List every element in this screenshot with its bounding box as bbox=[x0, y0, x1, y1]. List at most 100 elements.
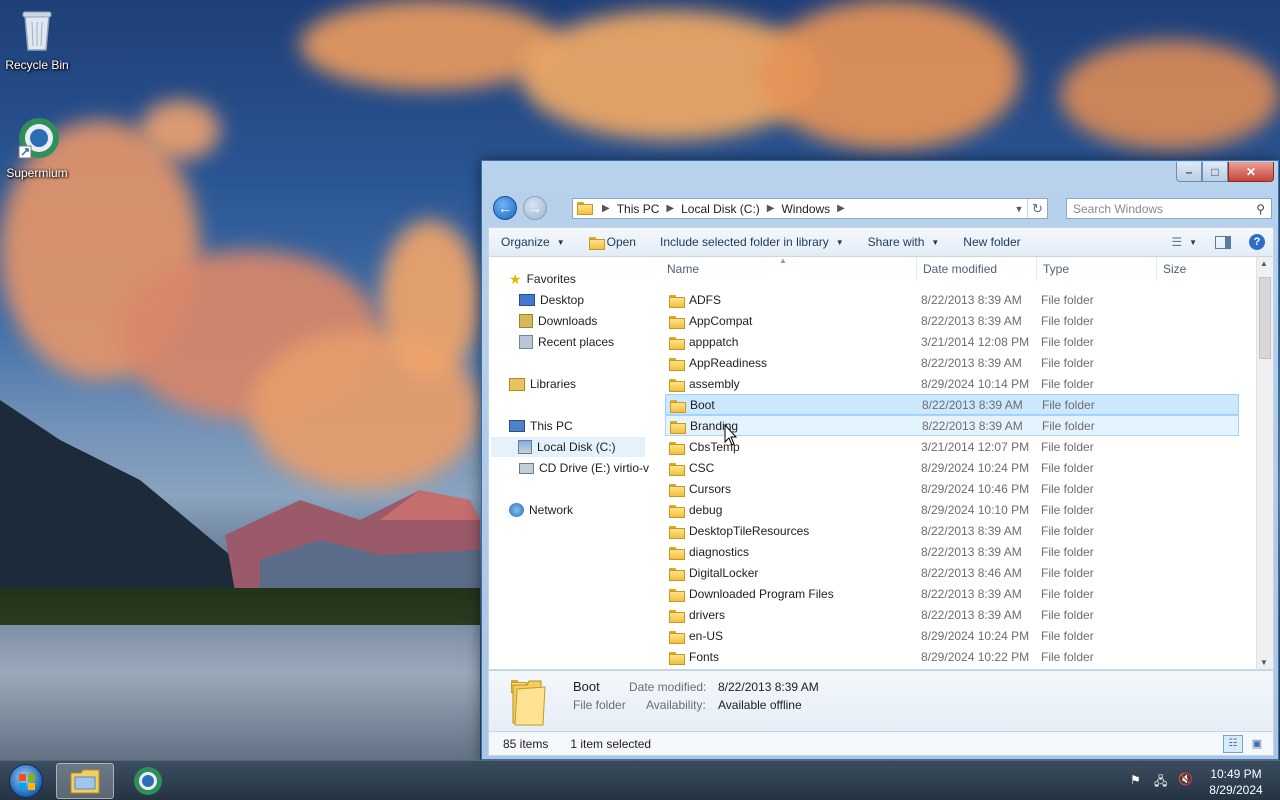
breadcrumb-this-pc[interactable]: This PC bbox=[617, 202, 660, 216]
scroll-down-icon[interactable]: ▼ bbox=[1260, 658, 1268, 667]
file-type: File folder bbox=[1041, 523, 1094, 538]
list-item[interactable]: en-US 8/29/2024 10:24 PM File folder bbox=[665, 625, 1239, 646]
column-header-name[interactable]: Name bbox=[661, 257, 917, 281]
file-type: File folder bbox=[1042, 418, 1095, 433]
taskbar-supermium[interactable] bbox=[122, 763, 174, 799]
volume-muted-icon[interactable]: 🔇 bbox=[1178, 772, 1193, 786]
file-date: 8/29/2024 10:22 PM bbox=[921, 649, 1030, 664]
chevron-right-icon: ▶ bbox=[766, 203, 775, 214]
breadcrumb-local-disk[interactable]: Local Disk (C:) bbox=[681, 202, 760, 216]
list-item[interactable]: debug 8/29/2024 10:10 PM File folder bbox=[665, 499, 1239, 520]
list-item[interactable]: Boot 8/22/2013 8:39 AM File folder bbox=[665, 394, 1239, 415]
list-item[interactable]: DigitalLocker 8/22/2013 8:46 AM File folde… bbox=[665, 562, 1239, 583]
network-status-icon[interactable]: 🖧 bbox=[1154, 772, 1167, 793]
vertical-scrollbar[interactable]: ▲ ▼ bbox=[1256, 257, 1273, 669]
list-item[interactable]: AppCompat 8/22/2013 8:39 AM File folder bbox=[665, 310, 1239, 331]
refresh-button[interactable]: ↻ bbox=[1027, 199, 1047, 218]
nav-cd-drive[interactable]: CD Drive (E:) virtio-v bbox=[519, 458, 649, 478]
arrow-right-icon: → bbox=[528, 200, 542, 216]
desktop-icon-recycle-bin[interactable]: Recycle Bin bbox=[0, 8, 74, 72]
column-date-label: Date modified bbox=[923, 262, 998, 276]
list-item[interactable]: ADFS 8/22/2013 8:39 AM File folder bbox=[665, 289, 1239, 310]
list-item[interactable]: assembly 8/29/2024 10:14 PM File folder bbox=[665, 373, 1239, 394]
close-button[interactable]: ✕ bbox=[1228, 162, 1274, 182]
list-item[interactable]: DesktopTileResources 8/22/2013 8:39 AM Fil… bbox=[665, 520, 1239, 541]
breadcrumb-windows[interactable]: Windows bbox=[781, 202, 830, 216]
star-icon: ★ bbox=[509, 270, 522, 287]
nav-downloads[interactable]: Downloads bbox=[519, 311, 597, 331]
taskbar-file-explorer[interactable] bbox=[56, 763, 114, 799]
chevron-down-icon: ▼ bbox=[556, 237, 565, 247]
list-item[interactable]: Fonts 8/29/2024 10:22 PM File folder bbox=[665, 646, 1239, 667]
file-name: diagnostics bbox=[689, 544, 750, 559]
search-icon: ⚲ bbox=[1256, 201, 1265, 216]
nav-recent-places[interactable]: Recent places bbox=[519, 332, 614, 352]
file-date: 8/29/2024 10:46 PM bbox=[921, 481, 1030, 496]
file-date: 8/22/2013 8:39 AM bbox=[921, 355, 1022, 370]
forward-button[interactable]: → bbox=[523, 196, 547, 220]
chevron-right-icon: ▶ bbox=[837, 203, 845, 214]
list-item[interactable]: CSC 8/29/2024 10:24 PM File folder bbox=[665, 457, 1239, 478]
folder-icon bbox=[669, 588, 685, 602]
start-button[interactable] bbox=[4, 763, 48, 799]
nav-favorites[interactable]: ★ Favorites bbox=[509, 269, 576, 289]
column-header-date[interactable]: Date modified bbox=[917, 257, 1037, 281]
list-item[interactable]: CbsTemp 3/21/2014 12:07 PM File folder bbox=[665, 436, 1239, 457]
back-button[interactable]: ← bbox=[493, 196, 517, 220]
search-input[interactable]: Search Windows ⚲ bbox=[1066, 198, 1272, 219]
scrollbar-thumb[interactable] bbox=[1259, 277, 1271, 359]
maximize-button[interactable]: □ bbox=[1202, 162, 1228, 182]
preview-pane-button[interactable] bbox=[1205, 228, 1241, 256]
address-bar[interactable]: ▶ This PC ▶ Local Disk (C:) ▶ Windows ▶ … bbox=[572, 198, 1048, 219]
chevron-down-icon: ▼ bbox=[835, 237, 844, 247]
flag-icon[interactable]: ⚑ bbox=[1130, 773, 1141, 787]
file-type: File folder bbox=[1041, 628, 1094, 643]
list-item[interactable]: apppatch 3/21/2014 12:08 PM File folder bbox=[665, 331, 1239, 352]
column-header-size[interactable]: Size bbox=[1157, 257, 1237, 281]
folder-icon bbox=[669, 336, 685, 350]
column-size-label: Size bbox=[1163, 262, 1187, 276]
nav-local-disk[interactable]: Local Disk (C:) bbox=[491, 437, 645, 457]
list-item[interactable]: drivers 8/22/2013 8:39 AM File folder bbox=[665, 604, 1239, 625]
chevron-down-icon[interactable]: ▼ bbox=[1011, 204, 1027, 214]
file-date: 8/29/2024 10:24 PM bbox=[921, 628, 1030, 643]
file-type: File folder bbox=[1041, 544, 1094, 559]
new-folder-button[interactable]: New folder bbox=[951, 228, 1032, 256]
list-item[interactable]: Cursors 8/29/2024 10:46 PM File folder bbox=[665, 478, 1239, 499]
clock[interactable]: 10:49 PM 8/29/2024 bbox=[1200, 766, 1272, 798]
nav-this-pc[interactable]: This PC bbox=[509, 416, 573, 436]
large-icons-view-button[interactable]: ▣ bbox=[1247, 735, 1267, 753]
file-type: File folder bbox=[1041, 376, 1094, 391]
organize-button[interactable]: Organize ▼ bbox=[489, 228, 577, 256]
file-name: AppReadiness bbox=[689, 355, 768, 370]
command-bar: Organize ▼ Open Include selected folder … bbox=[488, 227, 1274, 257]
folder-icon bbox=[669, 441, 685, 455]
list-item[interactable]: Downloaded Program Files 8/22/2013 8:39 A… bbox=[665, 583, 1239, 604]
change-view-button[interactable]: ☰ ▼ bbox=[1163, 228, 1205, 256]
nav-network[interactable]: Network bbox=[509, 500, 573, 520]
list-item[interactable]: AppReadiness 8/22/2013 8:39 AM File folder bbox=[665, 352, 1239, 373]
file-name: CSC bbox=[689, 460, 715, 475]
include-in-library-button[interactable]: Include selected folder in library ▼ bbox=[648, 228, 856, 256]
share-with-button[interactable]: Share with ▼ bbox=[856, 228, 952, 256]
help-button[interactable]: ? bbox=[1241, 228, 1273, 256]
folder-icon bbox=[577, 201, 593, 216]
list-item[interactable]: Branding 8/22/2013 8:39 AM File folder bbox=[665, 415, 1239, 436]
desktop-icon-supermium[interactable]: Supermium bbox=[0, 116, 74, 180]
nav-desktop[interactable]: Desktop bbox=[519, 290, 584, 310]
nav-libraries[interactable]: Libraries bbox=[509, 374, 576, 394]
details-view-button[interactable]: ☷ bbox=[1223, 734, 1243, 753]
file-date: 8/29/2024 10:14 PM bbox=[921, 376, 1030, 391]
scroll-up-icon[interactable]: ▲ bbox=[1260, 259, 1268, 268]
column-name-label: Name bbox=[667, 262, 700, 276]
wallpaper-cloud bbox=[760, 0, 1020, 150]
open-button[interactable]: Open bbox=[577, 228, 648, 256]
navigation-pane: ★ Favorites Desktop Downloads Recent pla… bbox=[489, 257, 659, 669]
list-item[interactable]: diagnostics 8/22/2013 8:39 AM File folder bbox=[665, 541, 1239, 562]
column-header-type[interactable]: Type bbox=[1037, 257, 1157, 281]
chevron-down-icon: ▼ bbox=[1189, 237, 1197, 247]
file-name: drivers bbox=[689, 607, 726, 622]
folder-icon bbox=[669, 315, 685, 329]
file-name: assembly bbox=[689, 376, 740, 391]
minimize-button[interactable]: – bbox=[1176, 162, 1202, 182]
